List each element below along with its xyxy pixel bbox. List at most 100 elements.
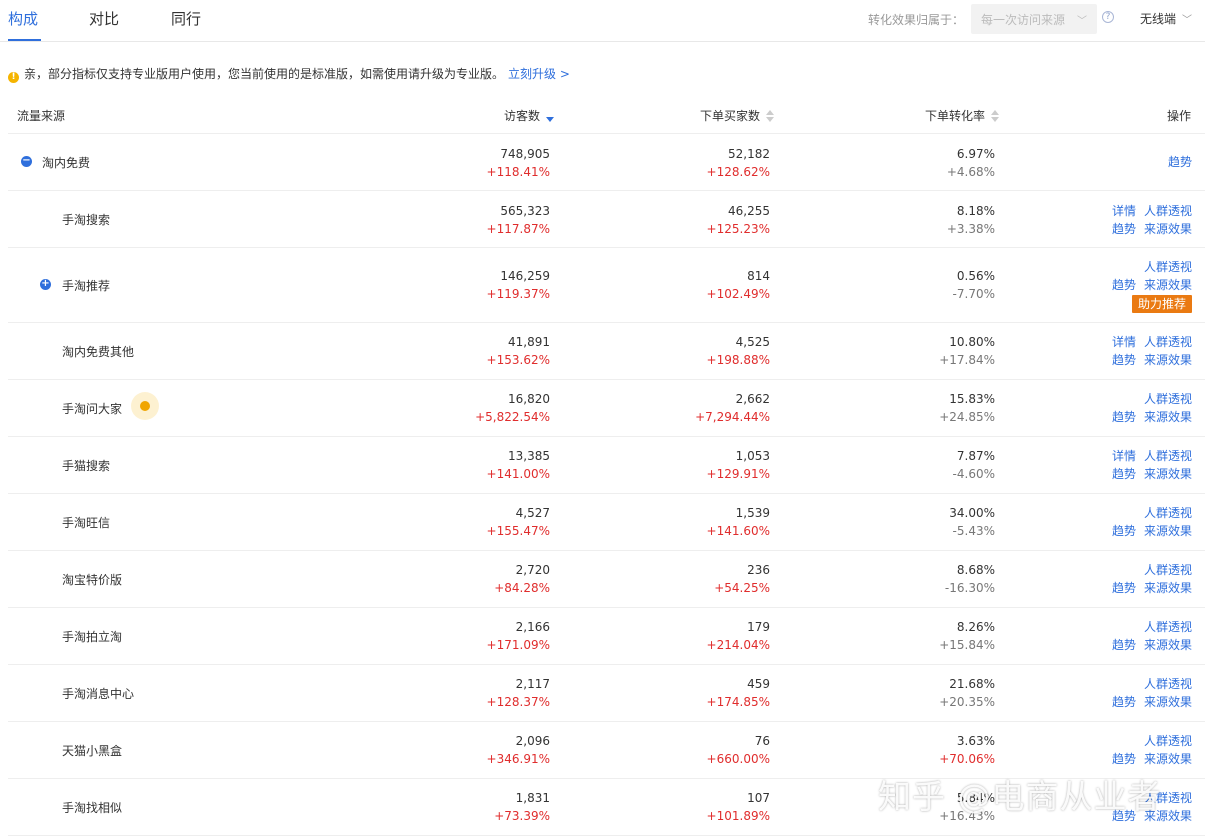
sort-icon[interactable] xyxy=(766,109,775,122)
source-effect-link[interactable]: 来源效果 xyxy=(1144,638,1192,652)
help-icon[interactable]: ? xyxy=(1102,11,1114,23)
rate-value: 3.63% xyxy=(956,734,995,748)
detail-link[interactable]: 详情 xyxy=(1112,335,1136,349)
visitors-value: 565,323 xyxy=(500,204,550,218)
trend-link[interactable]: 趋势 xyxy=(1112,222,1136,236)
rate-value: 6.97% xyxy=(956,147,995,161)
source-effect-link[interactable]: 来源效果 xyxy=(1144,752,1192,766)
visitors-value: 2,117 xyxy=(515,677,550,691)
rate-value: 10.80% xyxy=(949,335,995,349)
buyers-value: 46,255 xyxy=(728,204,770,218)
detail-link[interactable]: 详情 xyxy=(1112,204,1136,218)
buyers-value: 2,662 xyxy=(735,392,770,406)
source-effect-link[interactable]: 来源效果 xyxy=(1144,524,1192,538)
tab-peers[interactable]: 同行 xyxy=(171,8,201,29)
buyers-change: +128.62% xyxy=(706,165,770,179)
buyers-change: +198.88% xyxy=(706,353,770,367)
crowd-link[interactable]: 人群透视 xyxy=(1144,677,1192,691)
trend-link[interactable]: 趋势 xyxy=(1112,278,1136,292)
crowd-link[interactable]: 人群透视 xyxy=(1144,563,1192,577)
trend-link[interactable]: 趋势 xyxy=(1112,524,1136,538)
sort-desc-icon[interactable] xyxy=(546,110,555,122)
collapse-icon[interactable]: − xyxy=(21,156,32,167)
buyers-change: +125.23% xyxy=(706,222,770,236)
trend-link[interactable]: 趋势 xyxy=(1112,695,1136,709)
visitors-value: 146,259 xyxy=(500,269,550,283)
source-effect-link[interactable]: 来源效果 xyxy=(1144,353,1192,367)
buyers-value: 107 xyxy=(747,791,770,805)
trend-link[interactable]: 趋势 xyxy=(1112,353,1136,367)
visitors-change: +5,822.54% xyxy=(475,410,550,424)
crowd-link[interactable]: 人群透视 xyxy=(1144,449,1192,463)
visitors-change: +119.37% xyxy=(486,287,550,301)
table-header: 流量来源 访客数 下单买家数 下单转化率 操作 xyxy=(8,100,1205,134)
sort-icon[interactable] xyxy=(991,109,1000,122)
buyers-value: 1,053 xyxy=(735,449,770,463)
crowd-link[interactable]: 人群透视 xyxy=(1144,392,1192,406)
visitors-value: 1,831 xyxy=(515,791,550,805)
crowd-link[interactable]: 人群透视 xyxy=(1144,734,1192,748)
table-row: 手淘拍立淘 2,166 +171.09% 179 +214.04% 8.26% +15… xyxy=(8,608,1205,665)
rate-value: 8.18% xyxy=(956,204,995,218)
attribution-select[interactable]: 每一次访问来源 ﹀ xyxy=(971,4,1097,34)
buyers-change: +214.04% xyxy=(706,638,770,652)
trend-link[interactable]: 趋势 xyxy=(1112,581,1136,595)
table-row: 手淘问大家 16,820 +5,822.54% 2,662 +7,294.44% 1… xyxy=(8,380,1205,437)
rate-change: +20.35% xyxy=(939,695,995,709)
rate-change: +17.84% xyxy=(939,353,995,367)
buyers-change: +660.00% xyxy=(706,752,770,766)
buyers-value: 179 xyxy=(747,620,770,634)
source-effect-link[interactable]: 来源效果 xyxy=(1144,410,1192,424)
attribution-label: 转化效果归属于： xyxy=(868,13,965,27)
source-effect-link[interactable]: 来源效果 xyxy=(1144,695,1192,709)
col-visitors-header[interactable]: 访客数 xyxy=(504,107,555,124)
col-buyers-header[interactable]: 下单买家数 xyxy=(700,107,775,124)
crowd-link[interactable]: 人群透视 xyxy=(1144,506,1192,520)
buyers-value: 814 xyxy=(747,269,770,283)
table-row: − 淘内免费 748,905 +118.41% 52,182 +128.62% 6.… xyxy=(8,134,1205,191)
buyers-change: +141.60% xyxy=(706,524,770,538)
trend-link[interactable]: 趋势 xyxy=(1112,638,1136,652)
source-name: 手淘问大家 xyxy=(62,402,123,416)
tab-compare[interactable]: 对比 xyxy=(89,8,119,29)
trend-link[interactable]: 趋势 xyxy=(1112,410,1136,424)
device-select[interactable]: 无线端 ﹀ xyxy=(1140,10,1192,27)
source-name: 手淘找相似 xyxy=(62,801,123,815)
boost-recommend-button[interactable]: 助力推荐 xyxy=(1131,295,1192,313)
rate-change: -16.30% xyxy=(944,581,995,595)
detail-link[interactable]: 详情 xyxy=(1112,449,1136,463)
crowd-link[interactable]: 人群透视 xyxy=(1144,260,1192,274)
crowd-link[interactable]: 人群透视 xyxy=(1144,204,1192,218)
rate-change: -7.70% xyxy=(952,287,995,301)
source-name: 手淘推荐 xyxy=(62,279,111,293)
col-rate-header[interactable]: 下单转化率 xyxy=(925,107,1000,124)
tab-composition[interactable]: 构成 xyxy=(8,8,38,29)
source-effect-link[interactable]: 来源效果 xyxy=(1144,467,1192,481)
crowd-link[interactable]: 人群透视 xyxy=(1144,335,1192,349)
expand-icon[interactable]: + xyxy=(40,279,51,290)
trend-link[interactable]: 趋势 xyxy=(1112,752,1136,766)
rate-change: +24.85% xyxy=(939,410,995,424)
visitors-change: +117.87% xyxy=(486,222,550,236)
info-icon: ! xyxy=(8,72,19,83)
source-effect-link[interactable]: 来源效果 xyxy=(1144,222,1192,236)
source-effect-link[interactable]: 来源效果 xyxy=(1144,278,1192,292)
rate-value: 8.68% xyxy=(956,563,995,577)
upgrade-link[interactable]: 立刻升级 > xyxy=(508,67,570,81)
table-row: 手淘消息中心 2,117 +128.37% 459 +174.85% 21.68% +… xyxy=(8,665,1205,722)
col-buyers-label: 下单买家数 xyxy=(700,109,761,123)
rate-value: 0.56% xyxy=(956,269,995,283)
col-visitors-label: 访客数 xyxy=(504,109,541,123)
visitors-change: +155.47% xyxy=(486,524,550,538)
trend-link[interactable]: 趋势 xyxy=(1112,467,1136,481)
source-effect-link[interactable]: 来源效果 xyxy=(1144,581,1192,595)
col-source-header: 流量来源 xyxy=(17,109,66,123)
visitors-change: +73.39% xyxy=(494,809,550,823)
visitors-value: 13,385 xyxy=(508,449,550,463)
buyers-change: +54.25% xyxy=(714,581,770,595)
source-name: 淘宝特价版 xyxy=(62,573,123,587)
top-tab-bar: 构成 对比 同行 转化效果归属于： 每一次访问来源 ﹀ ? 无线端 ﹀ xyxy=(0,0,1205,42)
rate-change: +3.38% xyxy=(946,222,995,236)
crowd-link[interactable]: 人群透视 xyxy=(1144,620,1192,634)
trend-link[interactable]: 趋势 xyxy=(1072,153,1192,171)
